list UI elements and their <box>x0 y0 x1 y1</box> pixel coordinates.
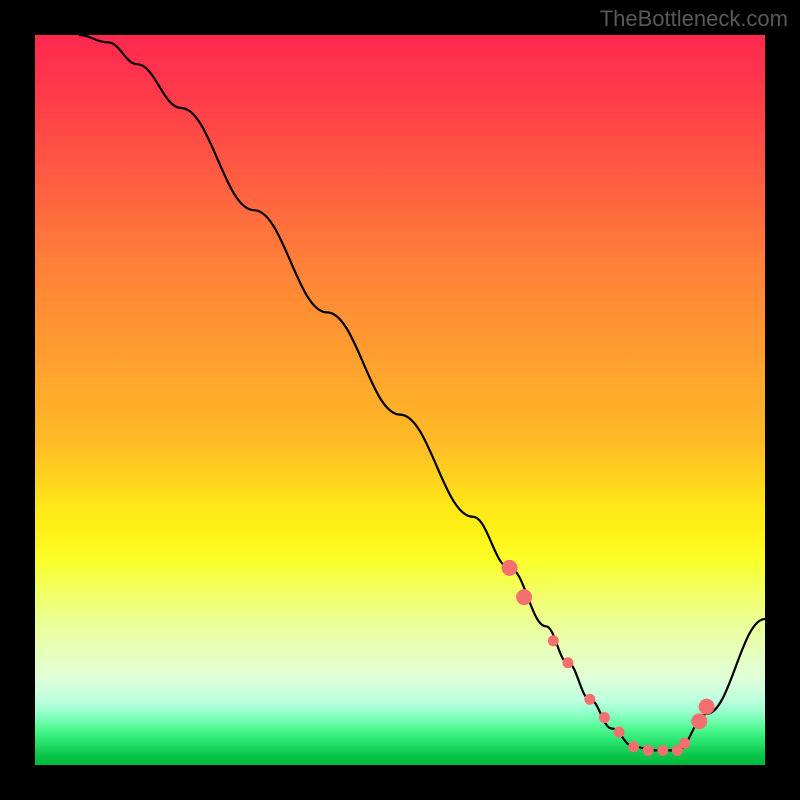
chart-line-curve <box>79 35 765 750</box>
highlight-dot <box>691 713 707 729</box>
highlight-dot <box>643 745 654 756</box>
highlight-dot <box>502 560 518 576</box>
chart-root: TheBottleneck.com <box>0 0 800 800</box>
highlight-dot <box>628 741 639 752</box>
highlight-dot <box>548 635 559 646</box>
chart-plot-area <box>35 35 765 765</box>
highlight-dot <box>657 745 668 756</box>
watermark-text: TheBottleneck.com <box>600 6 788 32</box>
highlight-dot <box>679 738 690 749</box>
highlight-dot <box>562 657 573 668</box>
highlight-dot <box>584 694 595 705</box>
highlight-dot <box>614 727 625 738</box>
highlight-dots-group <box>502 560 715 756</box>
chart-svg <box>35 35 765 765</box>
highlight-dot <box>599 712 610 723</box>
highlight-dot <box>516 589 532 605</box>
highlight-dot <box>672 745 683 756</box>
highlight-dot <box>699 699 715 715</box>
